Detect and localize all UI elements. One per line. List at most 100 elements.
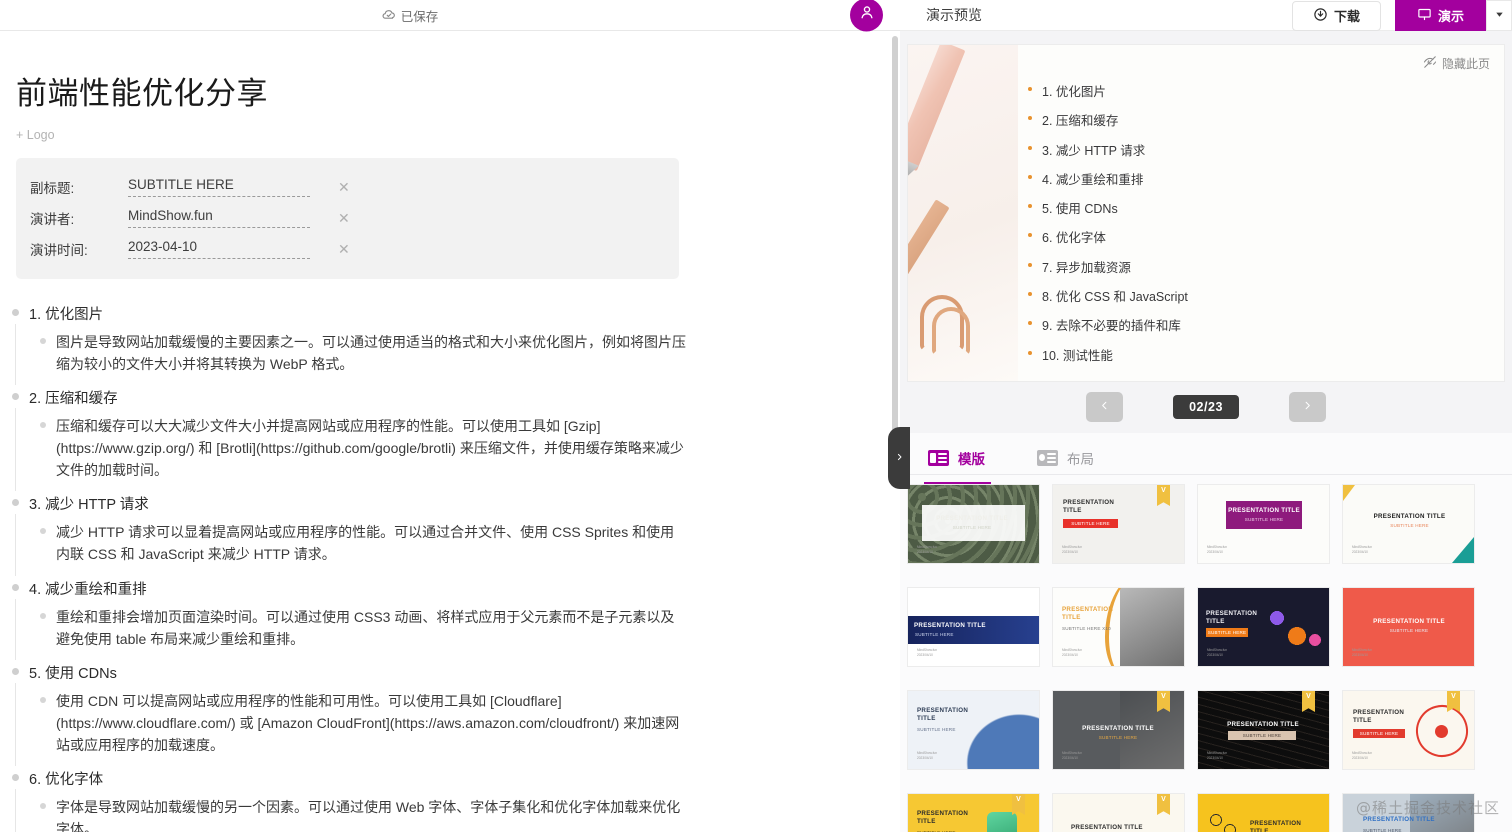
clear-speaker-icon[interactable]: ✕: [338, 211, 350, 225]
document-editor[interactable]: 前端性能优化分享 + Logo 副标题: SUBTITLE HERE ✕ 演讲者…: [0, 31, 900, 832]
atom-core: [1435, 725, 1448, 738]
outline-heading[interactable]: 4. 减少重绘和重排: [0, 574, 900, 603]
outline-body-text: 使用 CDN 可以提高网站或应用程序的性能和可用性。可以使用工具如 [Cloud…: [56, 692, 680, 753]
subtitle-input[interactable]: SUBTITLE HERE: [128, 177, 310, 198]
page-title[interactable]: 前端性能优化分享: [16, 75, 900, 114]
projector-icon: [1417, 7, 1432, 25]
template-subtitle: SUBTITLE HERE: [952, 525, 992, 530]
outline-body-text: 减少 HTTP 请求可以显着提高网站或应用程序的性能。可以通过合并文件、使用 C…: [56, 524, 675, 563]
avatar[interactable]: [850, 0, 883, 32]
template-subtitle: SUBTITLE HERE: [1206, 628, 1248, 637]
template-meta: MindShow.fun 2023/04/10: [1207, 751, 1228, 761]
add-logo-button[interactable]: + Logo: [16, 128, 55, 142]
outline-body[interactable]: 减少 HTTP 请求可以显着提高网站或应用程序的性能。可以通过合并文件、使用 C…: [28, 518, 688, 573]
outline-heading[interactable]: 1. 优化图片: [0, 299, 900, 328]
template-thumbnail[interactable]: PRESENTATION TITLESUBTITLE HEREMindShow.…: [1198, 588, 1329, 666]
template-meta: MindShow.fun 2023/04/10: [1207, 545, 1228, 555]
outline-children: 减少 HTTP 请求可以显着提高网站或应用程序的性能。可以通过合并文件、使用 C…: [0, 514, 900, 576]
template-thumbnail[interactable]: PRESENTATION TITLESUBTITLE HEREMindShow.…: [908, 588, 1039, 666]
outline-body[interactable]: 字体是导致网站加载缓慢的另一个因素。可以通过使用 Web 字体、字体子集化和优化…: [28, 793, 688, 832]
outline-body[interactable]: 压缩和缓存可以大大减少文件大小并提高网站或应用程序的性能。可以使用工具如 [Gz…: [28, 412, 688, 489]
outline-item[interactable]: 3. 减少 HTTP 请求减少 HTTP 请求可以显着提高网站或应用程序的性能。…: [0, 489, 900, 576]
template-thumbnail[interactable]: PRESENTATION TITLESUBTITLE HEREMindShow.…: [1343, 794, 1474, 832]
outline-item[interactable]: 2. 压缩和缓存压缩和缓存可以大大减少文件大小并提高网站或应用程序的性能。可以使…: [0, 383, 900, 492]
template-thumbnail[interactable]: VPRESENTATION TITLESUBTITLE HEREMindShow…: [1053, 794, 1184, 832]
outline-item[interactable]: 6. 优化字体 字体是导致网站加载缓慢的另一个因素。可以通过使用 Web 字体、字…: [0, 764, 900, 832]
outline-heading[interactable]: 5. 使用 CDNs: [0, 658, 900, 687]
pixel-art: [1263, 610, 1321, 650]
clear-date-icon[interactable]: ✕: [338, 242, 350, 256]
outline-item[interactable]: 5. 使用 CDNs 使用 CDN 可以提高网站或应用程序的性能和可用性。可以使用…: [0, 658, 900, 767]
bullet-icon: [40, 528, 46, 535]
hide-page-button[interactable]: 隐藏此页: [1423, 55, 1490, 72]
template-thumbnail[interactable]: PRESENTATION TITLESUBTITLE HEREMindShow.…: [1198, 485, 1329, 563]
outline-heading[interactable]: 6. 优化字体: [0, 764, 900, 793]
slide-preview[interactable]: 1. 优化图片 2. 压缩和缓存 3. 减少 HTTP 请求 4. 减少重绘和重排 5.…: [908, 45, 1504, 381]
outline-children: 图片是导致网站加载缓慢的主要因素之一。可以通过使用适当的格式和大小来优化图片，例…: [0, 323, 900, 386]
template-meta: MindShow.fun 2023/04/10: [1352, 648, 1373, 658]
slide-bullet-list: 1. 优化图片 2. 压缩和缓存 3. 减少 HTTP 请求 4. 减少重绘和重排 5.…: [1028, 81, 1480, 374]
bullet-icon: [12, 583, 19, 591]
download-button-label: 下载: [1333, 9, 1360, 24]
template-grid[interactable]: PRESENTATION TITLE SUBTITLE HERE MindShow.…: [900, 475, 1512, 832]
present-button[interactable]: 演示: [1394, 0, 1486, 31]
cloud-check-icon: [382, 8, 396, 22]
template-thumbnail[interactable]: VPRESENTATION TITLESUBTITLE HEREMindShow…: [1198, 691, 1329, 769]
outline-heading[interactable]: 3. 减少 HTTP 请求: [0, 489, 900, 518]
v-badge-icon: V: [1157, 485, 1170, 506]
tab-templates[interactable]: 模版: [924, 441, 991, 484]
outline-body[interactable]: 重绘和重排会增加页面渲染时间。可以通过使用 CSS3 动画、将样式应用于父元素而…: [28, 603, 688, 658]
template-title: PRESENTATION TITLE: [1071, 824, 1143, 831]
slide-counter[interactable]: 02/23: [1173, 395, 1239, 419]
app-root: 已保存 前端性能优化分享 + Logo 副标题: SUBTITLE HERE ✕: [0, 0, 1512, 832]
v-badge-icon: V: [1012, 794, 1025, 815]
outline-item[interactable]: 4. 减少重绘和重排重绘和重排会增加页面渲染时间。可以通过使用 CSS3 动画、…: [0, 574, 900, 660]
template-title: PRESENTATION TITLE: [1063, 499, 1115, 514]
template-subtitle: SUBTITLE HERE: [1353, 729, 1405, 738]
meta-row-subtitle: 副标题: SUBTITLE HERE ✕: [16, 172, 679, 203]
template-thumbnail[interactable]: PRESENTATION TITLESUBTITLE HEREMindShow.…: [1198, 794, 1329, 832]
pencil-graphic-2: [908, 199, 950, 281]
next-slide-button[interactable]: [1288, 392, 1326, 422]
template-thumbnail[interactable]: PRESENTATION TITLESUBTITLE HEREMindShow.…: [1343, 588, 1474, 666]
clear-subtitle-icon[interactable]: ✕: [338, 180, 350, 194]
template-thumbnail[interactable]: PRESENTATION TITLESUBTITLE HEREMindShow.…: [908, 485, 1039, 563]
prev-slide-button[interactable]: [1086, 392, 1124, 422]
template-thumbnail[interactable]: VPRESENTATION TITLESUBTITLE HEREMindShow…: [1053, 485, 1184, 563]
template-title: PRESENTATION TITLE: [1373, 513, 1446, 520]
template-thumbnail[interactable]: PRESENTATION TITLESUBTITLE HEREMindShow.…: [908, 691, 1039, 769]
outline-body[interactable]: 使用 CDN 可以提高网站或应用程序的性能和可用性。可以使用工具如 [Cloud…: [28, 687, 688, 764]
template-thumbnail[interactable]: VPRESENTATION TITLESUBTITLE HEREMindShow…: [1343, 691, 1474, 769]
outline-body-text: 重绘和重排会增加页面渲染时间。可以通过使用 CSS3 动画、将样式应用于父元素而…: [56, 608, 675, 647]
template-subtitle: SUBTITLE HERE: [1244, 517, 1284, 522]
outline-heading[interactable]: 2. 压缩和缓存: [0, 383, 900, 412]
template-meta: MindShow.fun 2023/04/10: [1062, 545, 1083, 555]
slide-preview-area: 1. 优化图片 2. 压缩和缓存 3. 减少 HTTP 请求 4. 减少重绘和重排 5.…: [900, 31, 1512, 433]
template-subtitle: SUBTITLE HERE: [1363, 828, 1402, 832]
template-thumbnail[interactable]: PRESENTATION TITLE SUBTITLE HERE X10 MindS…: [1053, 588, 1184, 666]
template-title: PRESENTATION TITLE: [1373, 618, 1445, 625]
outline-heading-text: 2. 压缩和缓存: [29, 390, 118, 407]
panel-collapse-handle[interactable]: [888, 427, 910, 489]
outline-body-text: 图片是导致网站加载缓慢的主要因素之一。可以通过使用适当的格式和大小来优化图片，例…: [56, 333, 686, 372]
date-input[interactable]: 2023-04-10: [128, 239, 310, 260]
template-thumbnail[interactable]: PRESENTATION TITLESUBTITLE HEREMindShow.…: [1343, 485, 1474, 563]
present-options-button[interactable]: [1486, 0, 1512, 31]
download-button[interactable]: 下载: [1291, 0, 1381, 31]
speaker-input[interactable]: MindShow.fun: [128, 208, 310, 229]
template-thumbnail[interactable]: VPRESENTATION TITLESUBTITLE HEREMindShow…: [908, 794, 1039, 832]
template-title: PRESENTATION TITLE: [1227, 721, 1299, 728]
template-subtitle: SUBTITLE HERE: [1390, 523, 1429, 528]
slide-bullet: 7. 异步加载资源: [1028, 257, 1480, 286]
outline-item[interactable]: 1. 优化图片图片是导致网站加载缓慢的主要因素之一。可以通过使用适当的格式和大小…: [0, 299, 900, 386]
tab-layout[interactable]: 布局: [1037, 441, 1094, 475]
outline-body[interactable]: 图片是导致网站加载缓慢的主要因素之一。可以通过使用适当的格式和大小来优化图片，例…: [28, 328, 688, 383]
template-thumbnail[interactable]: VPRESENTATION TITLESUBTITLE HEREMindShow…: [1053, 691, 1184, 769]
editor-scrollbar[interactable]: [892, 36, 898, 466]
template-grid-icon: [928, 449, 949, 466]
outline-children: 重绘和重排会增加页面渲染时间。可以通过使用 CSS3 动画、将样式应用于父元素而…: [0, 598, 900, 660]
template-title: PRESENTATION TITLE: [1082, 725, 1154, 732]
outline-list[interactable]: 1. 优化图片图片是导致网站加载缓慢的主要因素之一。可以通过使用适当的格式和大小…: [0, 299, 900, 832]
meta-row-speaker: 演讲者: MindShow.fun ✕: [16, 203, 679, 234]
corner-shape: [1452, 537, 1474, 563]
